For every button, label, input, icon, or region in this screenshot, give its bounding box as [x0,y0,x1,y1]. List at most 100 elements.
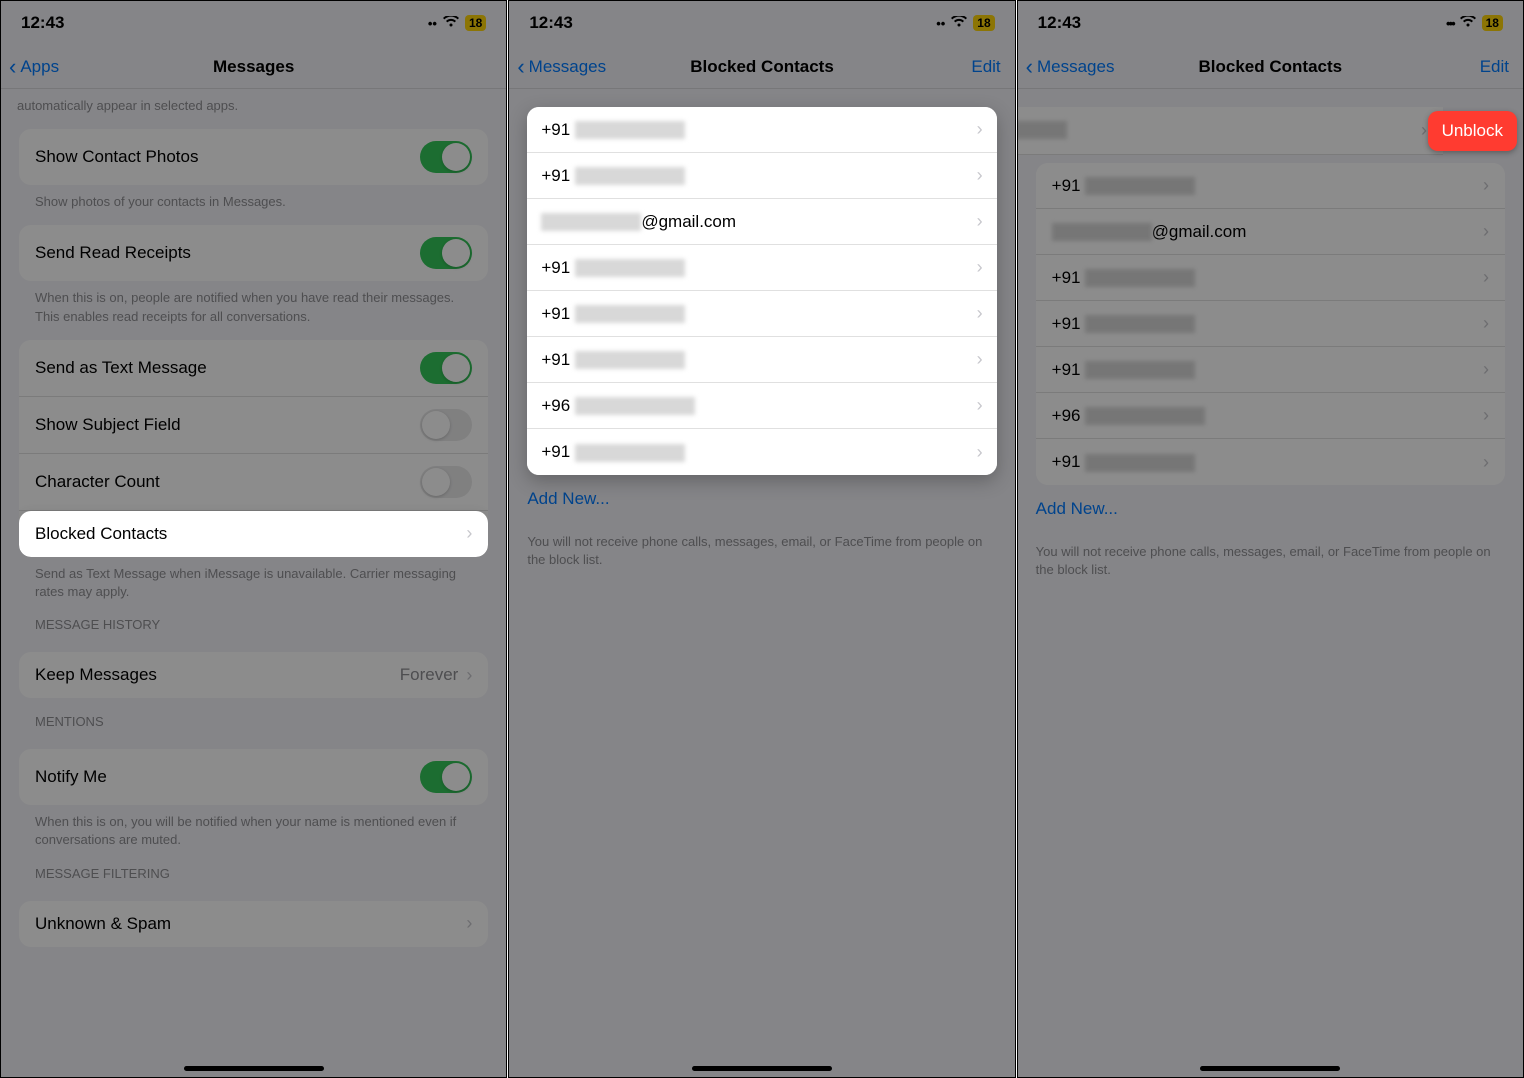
add-new-button[interactable]: Add New... [509,475,1014,523]
row-read-receipts[interactable]: Send Read Receipts [19,225,488,281]
chevron-right-icon: › [977,442,983,463]
battery-indicator: 18 [465,15,486,31]
blocked-contact-row[interactable]: +91 › [527,107,996,153]
contact-phone: +91 [541,304,685,324]
status-time: 12:43 [529,13,572,33]
contact-phone: +91 [541,442,685,462]
toggle-show-contact-photos[interactable] [420,141,472,173]
add-new-button[interactable]: Add New... [1018,485,1523,533]
wifi-icon [1460,16,1476,31]
blocked-contacts-list: +91 › +91 › @gmail.com › +91 › +91 › +91 [527,107,996,475]
section-header: MESSAGE FILTERING [19,850,488,887]
blocked-contact-row[interactable]: @gmail.com › [527,199,996,245]
page-title: Messages [213,57,294,77]
blocked-contact-row[interactable]: +91 › [527,245,996,291]
wifi-icon [443,16,459,31]
screen-messages-settings: 12:43 •• 18 ‹ Apps Messages automaticall… [0,0,507,1078]
contact-phone: +91 [541,258,685,278]
blocked-contact-row[interactable]: +91 › [1036,301,1505,347]
row-unknown-spam[interactable]: Unknown & Spam › [19,901,488,947]
edit-button[interactable]: Edit [971,57,1000,77]
chevron-right-icon: › [466,523,472,544]
chevron-right-icon: › [977,165,983,186]
row-show-contact-photos[interactable]: Show Contact Photos [19,129,488,185]
blocked-contact-row[interactable]: +91 › [1036,255,1505,301]
toggle-notify-me[interactable] [420,761,472,793]
footer-note: You will not receive phone calls, messag… [1018,533,1523,589]
cellular-icon: •• [428,16,437,31]
back-label: Messages [529,57,606,77]
wifi-icon [951,16,967,31]
row-subject-field[interactable]: Show Subject Field [19,397,488,454]
footer-text: Send as Text Message when iMessage is un… [19,557,488,601]
chevron-right-icon: › [1421,120,1427,141]
row-label: Blocked Contacts [35,524,167,544]
row-blocked-contacts[interactable]: Blocked Contacts › [19,511,488,557]
chevron-right-icon: › [1483,359,1489,380]
contact-phone: +91 [541,350,685,370]
chevron-left-icon: ‹ [517,56,524,78]
blocked-contacts-list: +91 › @gmail.com › +91 › +91 › +91 › +96 [1036,163,1505,485]
nav-bar: ‹ Messages Blocked Contacts Edit [1018,45,1523,89]
blocked-contact-row[interactable]: @gmail.com › [1036,209,1505,255]
home-indicator[interactable] [1200,1066,1340,1071]
contact-phone: +91 [541,120,685,140]
chevron-right-icon: › [1483,452,1489,473]
row-send-text[interactable]: Send as Text Message [19,340,488,397]
toggle-read-receipts[interactable] [420,237,472,269]
back-button[interactable]: ‹ Messages [1026,56,1115,78]
home-indicator[interactable] [692,1066,832,1071]
chevron-right-icon: › [977,119,983,140]
battery-indicator: 18 [1482,15,1503,31]
toggle-char-count[interactable] [420,466,472,498]
blocked-contact-row[interactable]: +91 › [1036,163,1505,209]
contact-phone: +96 [541,396,695,416]
page-title: Blocked Contacts [690,57,834,77]
chevron-right-icon: › [977,349,983,370]
swiped-contact-row[interactable]: 64- › Unblock [1018,107,1523,155]
row-notify-me[interactable]: Notify Me [19,749,488,805]
chevron-right-icon: › [1483,313,1489,334]
blocked-contact-row[interactable]: +91 › [527,429,996,475]
contact-phone: 64- [1018,121,1067,139]
blocked-contact-row[interactable]: +91 › [527,153,996,199]
chevron-left-icon: ‹ [9,56,16,78]
blocked-contact-row[interactable]: +91 › [1036,347,1505,393]
status-time: 12:43 [1038,13,1081,33]
status-bar: 12:43 ••• 18 [1018,1,1523,45]
screen-blocked-contacts-list: 12:43 •• 18 ‹ Messages Blocked Contacts … [508,0,1015,1078]
row-char-count[interactable]: Character Count [19,454,488,511]
chevron-right-icon: › [977,211,983,232]
back-label: Messages [1037,57,1114,77]
chevron-right-icon: › [466,913,472,934]
back-button[interactable]: ‹ Apps [9,56,59,78]
blocked-contact-row[interactable]: +91 › [527,291,996,337]
edit-button[interactable]: Edit [1480,57,1509,77]
blocked-contact-row[interactable]: +91 › [1036,439,1505,485]
home-indicator[interactable] [184,1066,324,1071]
status-bar: 12:43 •• 18 [1,1,506,45]
footer-text: When this is on, people are notified whe… [19,281,488,325]
row-label: Keep Messages [35,665,157,685]
row-label: Send as Text Message [35,358,207,378]
chevron-right-icon: › [1483,221,1489,242]
toggle-subject-field[interactable] [420,409,472,441]
contact-phone: +91 [1052,268,1196,288]
row-label: Character Count [35,472,160,492]
blocked-contact-row[interactable]: +96 › [527,383,996,429]
contact-phone: +91 [541,166,685,186]
chevron-right-icon: › [1483,405,1489,426]
toggle-send-text[interactable] [420,352,472,384]
row-keep-messages[interactable]: Keep Messages Forever › [19,652,488,698]
contact-phone: +96 [1052,406,1206,426]
contact-phone: +91 [1052,314,1196,334]
blocked-contact-row[interactable]: +91 › [527,337,996,383]
back-button[interactable]: ‹ Messages [517,56,606,78]
cellular-icon: ••• [1446,16,1454,31]
blocked-contact-row[interactable]: +96 › [1036,393,1505,439]
nav-bar: ‹ Messages Blocked Contacts Edit [509,45,1014,89]
unblock-button[interactable]: Unblock [1428,111,1517,151]
contact-email: @gmail.com [1052,222,1247,242]
row-label: Notify Me [35,767,107,787]
chevron-right-icon: › [466,665,472,686]
